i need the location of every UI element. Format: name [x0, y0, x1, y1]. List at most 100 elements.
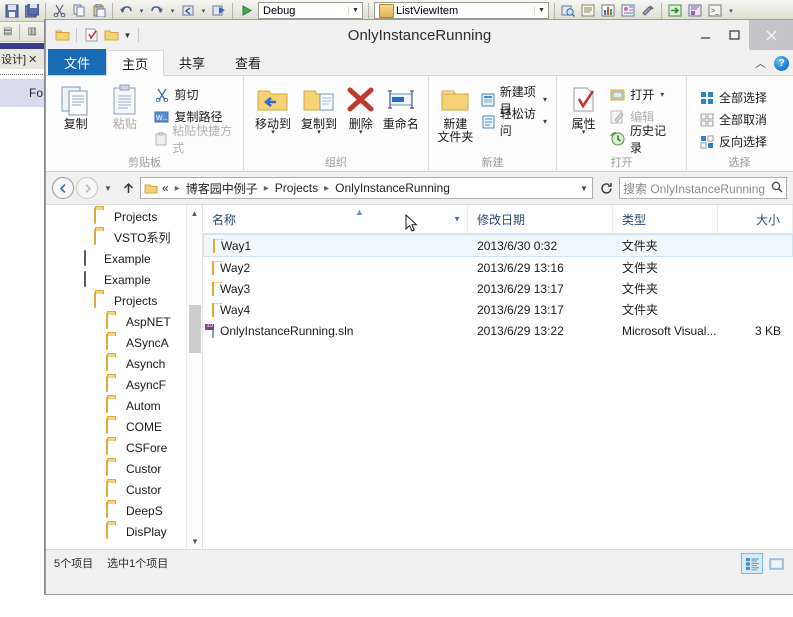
chevron-down-icon[interactable]: ▼ — [122, 31, 133, 40]
step-into-icon[interactable] — [666, 2, 684, 20]
tab-home[interactable]: 主页 — [106, 50, 165, 76]
redo-dropdown-icon[interactable]: ▾ — [168, 2, 177, 20]
solution-explorer-icon[interactable] — [619, 2, 637, 20]
address-bar[interactable]: « ▸ 博客园中例子 ▸ Projects ▸ OnlyInstanceRunn… — [140, 177, 593, 199]
paste-shortcut-button[interactable]: 粘贴快捷方式 — [150, 124, 237, 155]
tab-view[interactable]: 查看 — [220, 49, 276, 75]
properties-window-icon[interactable] — [579, 2, 597, 20]
vs-document-tab[interactable]: 设计] ✕ — [0, 49, 45, 69]
column-header-name[interactable]: 名称 ▲ ▼ — [203, 205, 468, 234]
tree-item[interactable]: Example — [46, 269, 202, 290]
large-icons-view-button[interactable] — [765, 553, 787, 574]
refresh-button[interactable] — [595, 177, 617, 199]
select-all-button[interactable]: 全部选择 — [695, 87, 770, 108]
settings-icon[interactable] — [639, 2, 657, 20]
paste-icon[interactable] — [90, 2, 108, 20]
chevron-down-icon[interactable]: ▼ — [534, 7, 548, 14]
undo-icon[interactable] — [117, 2, 135, 20]
chevron-down-icon[interactable]: ▾ — [359, 129, 363, 136]
chevron-down-icon[interactable]: ▾ — [271, 129, 275, 136]
back-button[interactable] — [52, 177, 74, 199]
invert-selection-button[interactable]: 反向选择 — [695, 131, 770, 152]
tree-item[interactable]: AspNET — [46, 311, 202, 332]
tree-item[interactable]: Autom — [46, 395, 202, 416]
tree-item[interactable]: AsyncF — [46, 374, 202, 395]
tree-item[interactable]: Custor — [46, 458, 202, 479]
column-header-date[interactable]: 修改日期 — [468, 205, 613, 234]
tree-item[interactable]: DisPlay — [46, 521, 202, 542]
redo-icon[interactable] — [148, 2, 166, 20]
table-row[interactable]: Way2 2013/6/29 13:16 文件夹 — [203, 257, 793, 278]
breadcrumb-item-2[interactable]: OnlyInstanceRunning — [335, 181, 450, 195]
move-to-button[interactable]: 移动到 ▾ — [250, 81, 296, 136]
copy-icon[interactable] — [70, 2, 88, 20]
tree-item[interactable]: COME — [46, 416, 202, 437]
chevron-down-icon[interactable]: ▼ — [187, 533, 202, 549]
close-button[interactable] — [749, 20, 793, 50]
copy-button[interactable]: 复制 — [52, 81, 99, 131]
properties-icon[interactable] — [82, 26, 100, 44]
open-button[interactable]: 打开 ▾ — [606, 84, 680, 105]
table-row[interactable]: Way3 2013/6/29 13:17 文件夹 — [203, 278, 793, 299]
search-icon[interactable] — [771, 181, 783, 196]
tree-item[interactable]: Asynch — [46, 353, 202, 374]
chevron-down-icon[interactable]: ▼ — [453, 215, 461, 224]
build-configuration-dropdown[interactable]: Debug ▼ — [258, 2, 363, 19]
new-folder-button[interactable]: 新建 文件夹 — [435, 81, 476, 144]
find-in-files-icon[interactable] — [559, 2, 577, 20]
history-button[interactable]: 历史记录 — [606, 124, 680, 155]
tab-share[interactable]: 共享 — [164, 49, 220, 75]
target-element-dropdown[interactable]: ListViewItem ▼ — [374, 2, 549, 19]
table-row[interactable]: Way1 2013/6/30 0:32 文件夹 — [203, 234, 793, 257]
select-none-button[interactable]: 全部取消 — [695, 109, 770, 130]
chevron-down-icon[interactable]: ▾ — [317, 129, 321, 136]
cut-button[interactable]: 剪切 — [150, 84, 237, 105]
tab-file[interactable]: 文件 — [48, 49, 107, 75]
copy-to-button[interactable]: 复制到 ▾ — [296, 81, 342, 136]
chevron-up-icon[interactable]: ▲ — [187, 205, 202, 221]
save-icon[interactable] — [3, 2, 21, 20]
cut-icon[interactable] — [50, 2, 68, 20]
object-browser-icon[interactable] — [686, 2, 704, 20]
rename-button[interactable]: 重命名 — [379, 81, 422, 131]
tree-item[interactable]: VSTO系列 — [46, 227, 202, 248]
toolbar-overflow-icon[interactable]: ▾ — [726, 2, 736, 20]
toolbox-icon[interactable] — [599, 2, 617, 20]
navigate-forward-icon[interactable] — [210, 2, 228, 20]
easy-access-button[interactable]: 轻松访问 ▾ — [478, 107, 550, 138]
breadcrumb-overflow[interactable]: « — [162, 181, 169, 195]
chevron-down-icon[interactable]: ▼ — [576, 184, 592, 193]
paste-button[interactable]: 粘贴 — [101, 81, 148, 131]
command-window-icon[interactable]: >_ — [706, 2, 724, 20]
navigate-back-dropdown-icon[interactable]: ▾ — [199, 2, 208, 20]
details-view-button[interactable] — [741, 553, 763, 574]
close-icon[interactable]: ✕ — [28, 53, 37, 66]
minimize-button[interactable] — [691, 20, 720, 50]
start-debug-icon[interactable] — [237, 2, 255, 20]
save-all-icon[interactable] — [23, 2, 41, 20]
tree-item[interactable]: Projects — [46, 206, 202, 227]
folder-icon[interactable] — [53, 26, 71, 44]
chevron-down-icon[interactable]: ▾ — [582, 129, 586, 136]
scrollbar-thumb[interactable] — [189, 305, 201, 353]
chevron-down-icon[interactable]: ▾ — [543, 95, 547, 104]
chevron-up-icon[interactable]: ︿ — [755, 55, 766, 71]
new-folder-icon[interactable] — [102, 26, 120, 44]
column-header-type[interactable]: 类型 — [613, 205, 718, 234]
breadcrumb-item-1[interactable]: Projects — [275, 181, 318, 195]
column-header-size[interactable]: 大小 — [718, 205, 793, 234]
navigation-pane[interactable]: Projects VSTO系列 Example Example Projects — [46, 205, 203, 549]
chevron-down-icon[interactable]: ▼ — [348, 7, 362, 14]
tree-item[interactable]: Example — [46, 248, 202, 269]
help-icon[interactable]: ? — [774, 55, 789, 71]
tree-item[interactable]: Projects — [46, 290, 202, 311]
forward-button[interactable] — [76, 177, 98, 199]
navigation-pane-scrollbar[interactable]: ▲ ▼ — [186, 205, 202, 549]
tree-item[interactable]: ASyncA — [46, 332, 202, 353]
chevron-down-icon[interactable]: ▾ — [543, 117, 547, 126]
maximize-button[interactable] — [720, 20, 749, 50]
undo-dropdown-icon[interactable]: ▾ — [137, 2, 146, 20]
properties-button[interactable]: 属性 ▾ — [563, 81, 604, 136]
table-row[interactable]: OnlyInstanceRunning.sln 2013/6/29 13:22 … — [203, 320, 793, 341]
tree-item[interactable]: DeepS — [46, 500, 202, 521]
